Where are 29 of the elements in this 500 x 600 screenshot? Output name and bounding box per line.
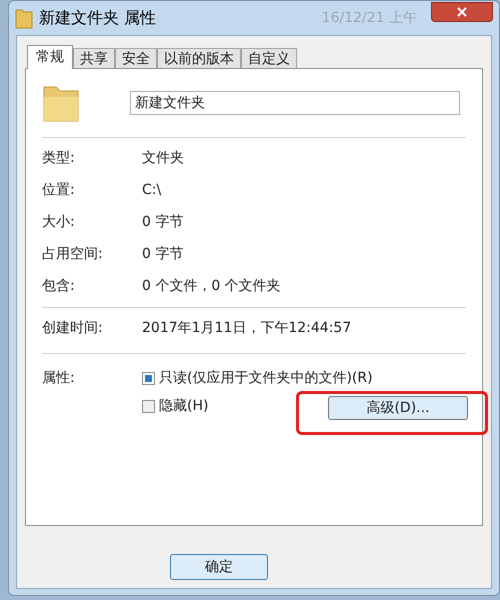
tab[interactable]: 自定义	[241, 48, 297, 68]
close-button[interactable]	[431, 2, 493, 22]
advanced-button[interactable]: 高级(D)...	[328, 396, 468, 420]
field-label: 包含:	[42, 277, 76, 296]
ok-button[interactable]: 确定	[170, 554, 268, 580]
tab[interactable]: 共享	[73, 48, 115, 68]
checkbox[interactable]	[142, 372, 155, 384]
tab[interactable]: 安全	[115, 48, 157, 68]
field-label: 创建时间:	[42, 319, 104, 338]
field-value: 0 字节	[142, 213, 184, 232]
field-value: 文件夹	[142, 149, 184, 168]
tab[interactable]: 常规	[27, 45, 73, 69]
close-icon	[457, 7, 467, 17]
checkbox-label: 只读(仅应用于文件夹中的文件)(R)	[159, 368, 373, 388]
field-label: 属性:	[42, 369, 76, 388]
checkbox[interactable]	[142, 400, 155, 412]
field-value: C:\	[142, 181, 162, 200]
field-label: 占用空间:	[42, 245, 104, 264]
checkbox-label: 隐藏(H)	[159, 396, 208, 416]
window-title: 新建文件夹 属性	[39, 7, 156, 29]
field-value: 0 字节	[142, 245, 184, 264]
name-field[interactable]: 新建文件夹	[130, 91, 460, 115]
tab[interactable]: 以前的版本	[157, 48, 241, 68]
field-label: 大小:	[42, 213, 76, 232]
field-value: 2017年1月11日，下午12:44:57	[142, 319, 352, 338]
field-label: 类型:	[42, 149, 76, 168]
folder-icon	[15, 7, 33, 29]
field-value: 0 个文件，0 个文件夹	[142, 277, 281, 296]
field-label: 位置:	[42, 181, 76, 200]
